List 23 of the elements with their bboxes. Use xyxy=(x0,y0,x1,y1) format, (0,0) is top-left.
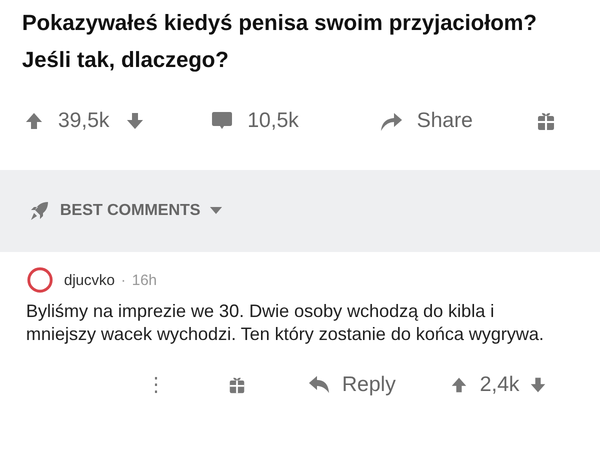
gift-icon[interactable] xyxy=(536,111,556,131)
gift-icon[interactable] xyxy=(228,376,246,394)
reply-arrow-icon[interactable] xyxy=(308,374,330,394)
avatar-icon xyxy=(26,266,54,294)
more-options-icon[interactable]: ⋮ xyxy=(146,372,166,397)
comment-author[interactable]: djucvko xyxy=(64,272,115,288)
share-button[interactable]: Share xyxy=(416,109,473,133)
vote-count: 2,4k xyxy=(480,372,520,396)
downvote-icon[interactable] xyxy=(529,376,548,394)
comment-time: 16h xyxy=(132,272,157,288)
separator-dot: · xyxy=(120,272,126,288)
caret-icon[interactable] xyxy=(210,207,222,215)
share-arrow-icon[interactable] xyxy=(378,110,403,132)
comment-text: Byliśmy na imprezie we 30. Dwie osoby wchodzą do kibla i mniejszy wacek wychodzi. Ten który zostanie do końca wygrywa. xyxy=(26,300,545,346)
post-title: Pokazywałeś kiedyś penisa swoim przyjaciołom? Jeśli tak, dlaczego? xyxy=(21,9,538,74)
upvote-icon[interactable] xyxy=(24,111,44,131)
comment-count: 10,5k xyxy=(247,109,299,133)
upvote-icon[interactable] xyxy=(450,376,468,394)
downvote-icon[interactable] xyxy=(125,111,146,131)
rocket-icon xyxy=(28,200,50,222)
best-comments-dropdown[interactable]: BEST COMMENTS xyxy=(60,202,200,220)
reply-button[interactable]: Reply xyxy=(342,372,396,396)
upvote-count: 39,5k xyxy=(58,109,110,133)
